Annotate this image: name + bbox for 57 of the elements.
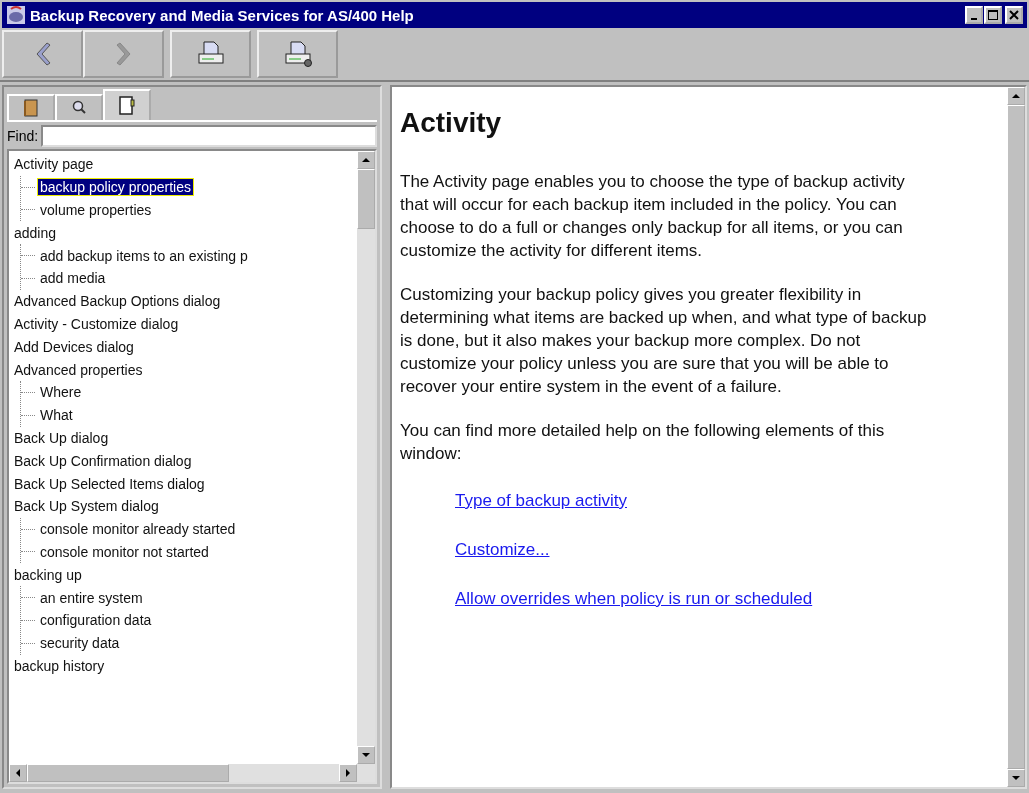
index-entry[interactable]: security data bbox=[38, 635, 122, 652]
contents-tab[interactable] bbox=[7, 94, 55, 120]
right-arrow-icon[interactable] bbox=[345, 769, 351, 777]
paragraph: Customizing your backup policy gives you greater flexibility in determining what items are backed up when, and what type of backup is done, but it also makes your backup more complex. Do not customize your policy unless you are sure that you will be able to recover your entire system in the event of a failure. bbox=[400, 284, 928, 398]
help-link[interactable]: Customize... bbox=[455, 538, 550, 561]
print-setup-button[interactable] bbox=[257, 30, 338, 78]
index-tab[interactable] bbox=[103, 89, 151, 120]
index-entry[interactable]: Add Devices dialog bbox=[12, 338, 136, 355]
paragraph: You can find more detailed help on the following elements of this window: bbox=[400, 420, 886, 465]
index-entry[interactable]: Back Up Selected Items dialog bbox=[12, 475, 207, 492]
help-link[interactable]: Type of backup activity bbox=[455, 489, 627, 512]
index-entry[interactable]: configuration data bbox=[38, 612, 154, 629]
scrollbar-thumb[interactable] bbox=[357, 169, 375, 229]
index-entry[interactable]: Back Up System dialog bbox=[12, 498, 161, 515]
close-icon bbox=[1009, 10, 1019, 20]
index-entry[interactable]: backup history bbox=[12, 657, 107, 674]
index-entry[interactable]: What bbox=[38, 407, 75, 424]
print-button[interactable] bbox=[170, 30, 251, 78]
index-entry[interactable]: Advanced Backup Options dialog bbox=[12, 293, 223, 310]
down-arrow-icon[interactable] bbox=[362, 752, 370, 758]
index-entry[interactable]: backup policy properties bbox=[38, 179, 193, 196]
up-arrow-icon[interactable] bbox=[362, 157, 370, 163]
app-icon bbox=[6, 5, 26, 25]
index-entry[interactable]: Back Up Confirmation dialog bbox=[12, 452, 194, 469]
index-entry[interactable]: Where bbox=[38, 384, 84, 401]
search-tab[interactable] bbox=[55, 94, 103, 120]
index-entry[interactable]: adding bbox=[12, 224, 59, 241]
page-icon bbox=[118, 94, 136, 117]
close-button[interactable] bbox=[1005, 6, 1023, 24]
index-entry[interactable]: add media bbox=[38, 270, 108, 287]
index-entry[interactable]: Activity page bbox=[12, 156, 96, 173]
minimize-icon bbox=[971, 17, 977, 20]
find-field[interactable] bbox=[41, 125, 377, 147]
horizontal-scrollbar[interactable] bbox=[9, 764, 375, 782]
left-arrow-icon[interactable] bbox=[15, 769, 21, 777]
book-icon bbox=[23, 98, 39, 118]
scrollbar-thumb[interactable] bbox=[27, 764, 229, 782]
index-entry[interactable]: add backup items to an existing p bbox=[38, 247, 250, 264]
down-arrow-icon[interactable] bbox=[1012, 775, 1020, 781]
find-label: Find: bbox=[7, 128, 39, 144]
maximize-icon bbox=[988, 10, 998, 20]
index-entry[interactable]: an entire system bbox=[38, 589, 145, 606]
window-title: Backup Recovery and Media Services for AS/400 Help bbox=[30, 6, 415, 24]
paragraph: The Activity page enables you to choose the type of backup activity that will occur for each backup item included in the policy. You can choose to do a full or changes only backup for all items, or you can customize the activity for different items. bbox=[400, 171, 906, 262]
index-entry[interactable]: volume properties bbox=[38, 202, 154, 218]
minimize-button[interactable] bbox=[965, 6, 983, 24]
index-entry[interactable]: console monitor not started bbox=[38, 543, 211, 560]
index-entry[interactable]: Advanced properties bbox=[12, 361, 145, 378]
index-entry[interactable]: backing up bbox=[12, 566, 84, 583]
help-link[interactable]: Allow overrides when policy is run or scheduled bbox=[455, 587, 813, 610]
maximize-button[interactable] bbox=[984, 6, 1002, 24]
vertical-scrollbar[interactable] bbox=[357, 151, 375, 764]
index-entry[interactable]: Activity - Customize dialog bbox=[12, 315, 181, 332]
up-arrow-icon[interactable] bbox=[1012, 93, 1020, 99]
index-entry[interactable]: Back Up dialog bbox=[12, 429, 111, 446]
printer-gear-icon bbox=[282, 40, 313, 68]
index-entry[interactable]: console monitor already started bbox=[38, 521, 238, 538]
